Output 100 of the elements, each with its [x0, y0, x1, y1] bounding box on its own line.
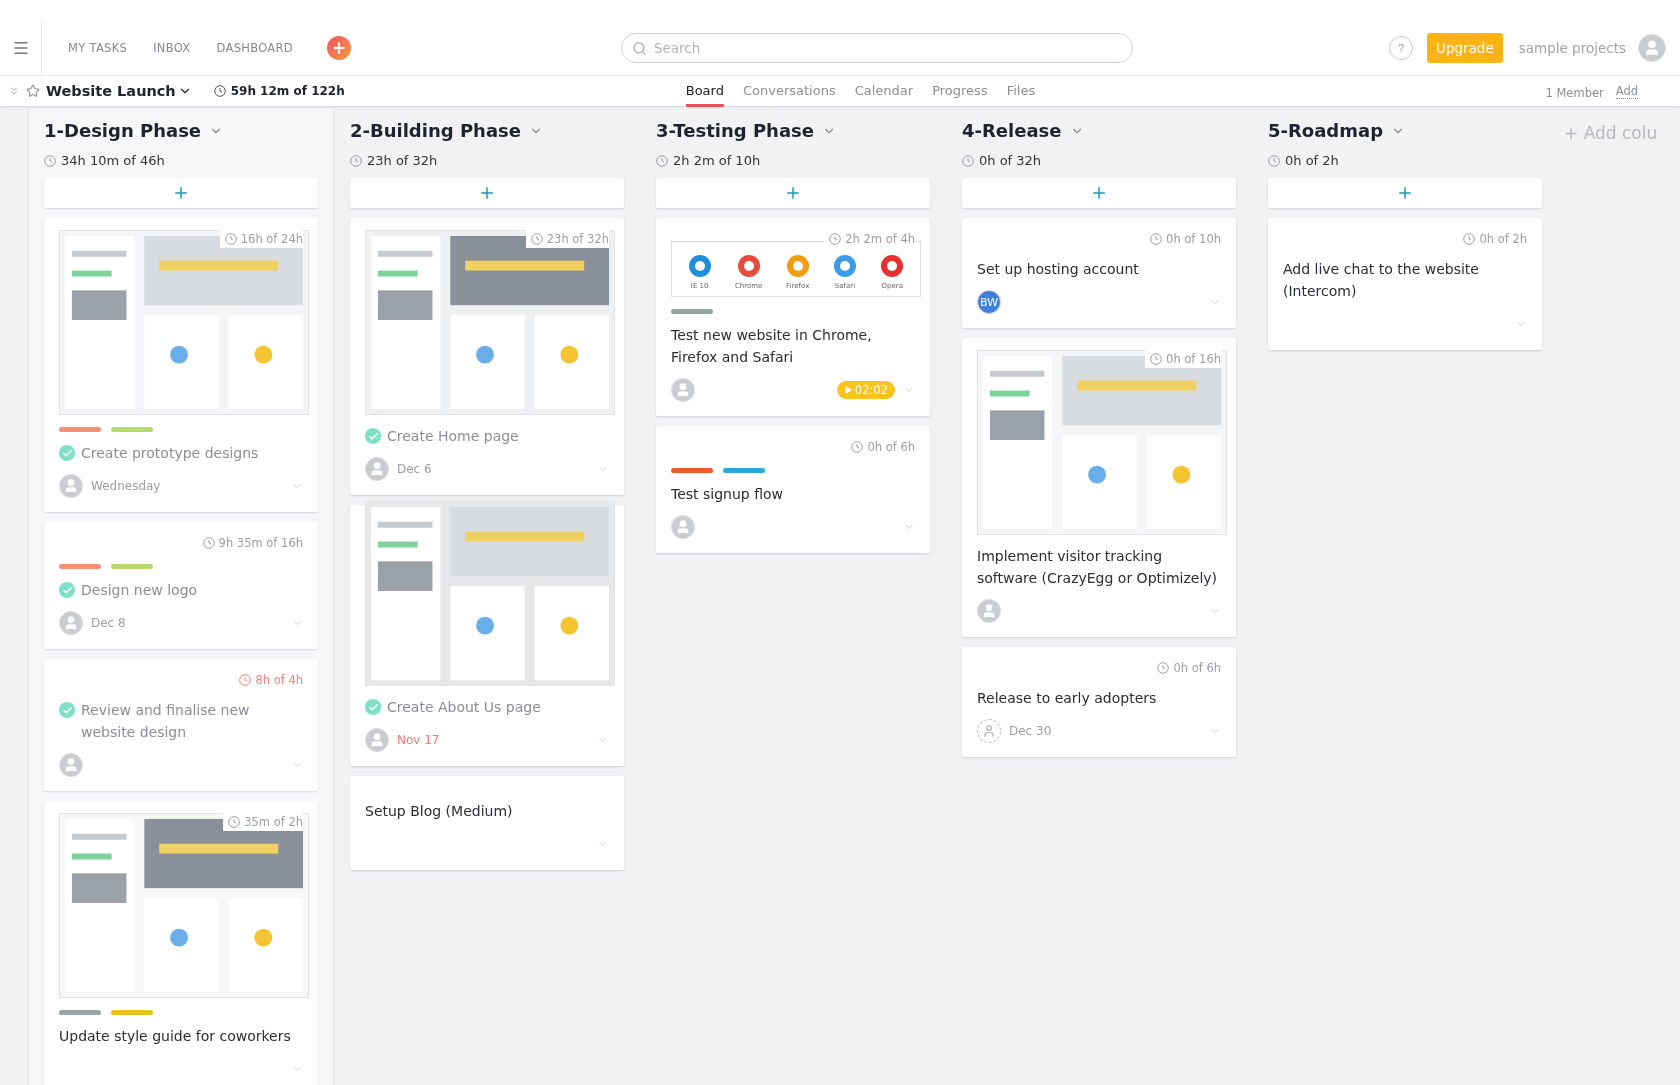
column-title[interactable]: 2-Building Phase — [350, 120, 543, 141]
task-card[interactable]: 0h of 6h Test signup flow — [656, 426, 930, 553]
task-card[interactable]: 8h of 4h Review and finalise new website design — [44, 659, 318, 791]
clock-icon — [851, 441, 864, 453]
task-card[interactable]: 23h of 32h Create Home page Dec 6 — [350, 218, 624, 495]
clock-icon — [44, 154, 56, 167]
add-button[interactable] — [326, 36, 351, 60]
check-icon[interactable] — [59, 445, 75, 461]
search-icon — [631, 41, 647, 56]
task-card[interactable]: 0h of 10h Set up hosting account BW — [962, 218, 1236, 328]
add-task-button[interactable] — [350, 178, 624, 208]
star-icon[interactable] — [26, 84, 40, 98]
task-card[interactable]: Setup Blog (Medium) — [350, 776, 624, 870]
project-tab[interactable]: Calendar — [854, 75, 914, 107]
column-time: 0h of 2h — [1285, 153, 1339, 168]
column-time: 0h of 32h — [979, 153, 1042, 168]
browser-icon — [880, 254, 905, 278]
task-card[interactable]: 0h of 16h Implement visitor tracking software (CrazyEgg or Optimizely) — [962, 338, 1236, 637]
nav-link[interactable]: MY TASKS — [68, 41, 128, 55]
clock-icon — [962, 154, 974, 167]
search-field[interactable]: Search — [620, 33, 1133, 63]
task-card[interactable]: 16h of 24h Create prototype designs Wednesday — [44, 218, 318, 512]
nav-link[interactable]: DASHBOARD — [216, 41, 293, 55]
plus-icon — [784, 184, 802, 202]
task-title: Create prototype designs — [81, 444, 259, 463]
project-time: 59h 12m of 122h — [230, 84, 345, 98]
add-task-button[interactable] — [962, 178, 1236, 208]
clock-icon — [530, 233, 543, 245]
task-card[interactable]: 35m of 2h Update style guide for coworkers — [44, 801, 318, 1085]
column-time: 23h of 32h — [367, 153, 438, 168]
clock-icon — [1150, 233, 1163, 245]
help-button[interactable]: ? — [1389, 36, 1413, 60]
column-time: 2h 2m of 10h — [673, 153, 761, 168]
time-estimate: 23h of 32h — [525, 230, 609, 248]
task-title: Create Home page — [387, 427, 519, 446]
time-estimate: 0h of 16h — [1145, 350, 1221, 368]
clock-icon — [1150, 353, 1163, 365]
due-date: Dec 8 — [91, 616, 126, 630]
clock-icon — [350, 154, 362, 167]
column-title[interactable]: 4-Release — [962, 120, 1084, 141]
due-date: Dec 6 — [397, 462, 432, 476]
task-title: Update style guide for coworkers — [59, 1027, 291, 1046]
clock-icon — [1463, 233, 1476, 245]
plus-icon — [330, 40, 347, 56]
check-icon[interactable] — [365, 699, 381, 715]
task-card[interactable]: 9h 35m of 16h Design new logo Dec 8 — [44, 522, 318, 649]
avatar-icon[interactable] — [1638, 34, 1666, 62]
project-tab[interactable]: Files — [1006, 75, 1036, 107]
browser-icon — [785, 254, 810, 278]
task-title: Test new website in Chrome, Firefox and Safari — [671, 326, 873, 367]
clock-icon — [656, 154, 668, 167]
task-title: Setup Blog (Medium) — [365, 802, 513, 821]
nav-link[interactable]: INBOX — [153, 41, 191, 55]
browser-icon — [833, 254, 857, 278]
clock-icon — [202, 537, 215, 549]
column-title[interactable]: 5-Roadmap — [1268, 120, 1406, 141]
plus-icon — [478, 184, 496, 202]
user-icon — [1643, 39, 1661, 57]
upgrade-button[interactable]: Upgrade — [1427, 33, 1503, 63]
task-title: Review and finalise new website design — [81, 701, 251, 742]
account-name[interactable]: sample projects — [1518, 40, 1626, 56]
clock-icon — [1268, 154, 1280, 167]
clock-icon — [213, 85, 226, 97]
project-title[interactable]: Website Launch — [46, 83, 192, 99]
check-icon[interactable] — [59, 702, 75, 718]
task-title: Create About Us page — [387, 698, 541, 717]
check-icon[interactable] — [59, 582, 75, 598]
user-icon — [982, 724, 996, 738]
add-member-link[interactable]: Add — [1615, 83, 1638, 99]
browser-icon — [736, 254, 761, 278]
clock-icon — [224, 233, 237, 245]
project-tab[interactable]: Progress — [932, 75, 988, 107]
clock-icon — [829, 233, 842, 245]
browser-icon — [687, 254, 712, 278]
column-time: 34h 10m of 46h — [61, 153, 165, 168]
menu-icon — [11, 39, 30, 57]
clock-icon — [239, 674, 252, 686]
task-title: Design new logo — [81, 581, 198, 600]
check-icon[interactable] — [365, 428, 381, 444]
clock-icon — [1157, 662, 1170, 674]
collapse-icon[interactable] — [8, 85, 20, 97]
project-tab[interactable]: Board — [685, 75, 724, 107]
time-estimate: 2h 2m of 4h — [824, 230, 915, 248]
task-title: Release to early adopters — [977, 689, 1157, 708]
clock-icon — [228, 816, 241, 828]
add-task-button[interactable] — [1268, 178, 1542, 208]
time-estimate: 35m of 2h — [223, 813, 303, 831]
avatar-initials: BW — [977, 290, 1001, 314]
member-count: 1 Member — [1545, 85, 1604, 100]
time-estimate: 16h of 24h — [219, 230, 303, 248]
project-tab[interactable]: Conversations — [742, 75, 836, 107]
add-task-button[interactable] — [44, 178, 318, 208]
task-card[interactable]: 0h of 6h Release to early adopters Dec 30 — [962, 647, 1236, 757]
play-icon — [843, 386, 852, 394]
column-title[interactable]: 1-Design Phase — [44, 120, 224, 141]
add-task-button[interactable] — [656, 178, 930, 208]
task-card[interactable]: 0h of 2h Add live chat to the website (Intercom) — [1268, 218, 1542, 350]
column-title[interactable]: 3-Testing Phase — [656, 120, 836, 141]
plus-icon — [1090, 184, 1108, 202]
due-date: Dec 30 — [1009, 724, 1052, 738]
